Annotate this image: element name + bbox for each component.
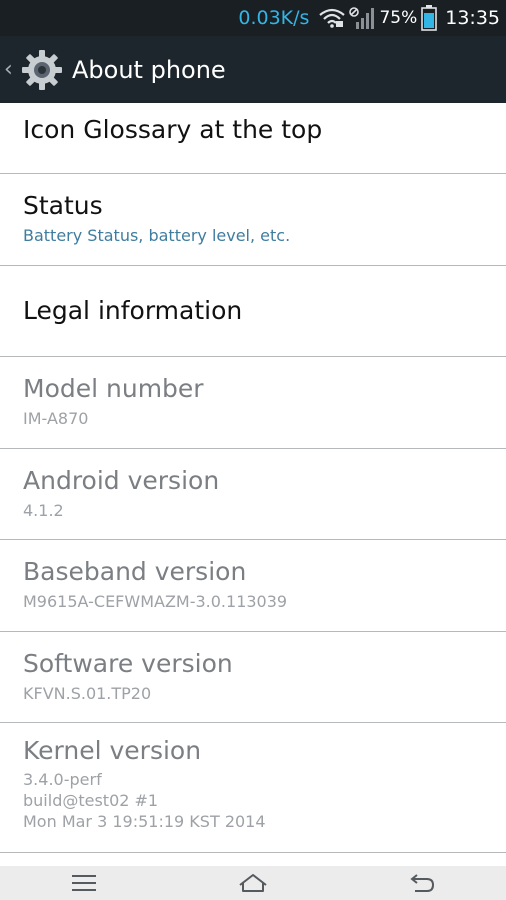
list-item-value: 4.1.2: [23, 501, 64, 520]
navigation-bar: [0, 866, 506, 900]
list-item-value: IM-A870: [23, 409, 89, 428]
list-item-title: Software version: [23, 649, 233, 678]
list-item-title: Legal information: [23, 296, 243, 325]
battery-percent: 75%: [379, 8, 418, 28]
signal-icon: [349, 6, 375, 30]
preference-list: Icon Glossary at the top Status Battery …: [0, 103, 506, 853]
chevron-left-icon[interactable]: ‹: [4, 57, 20, 82]
list-item-value: 3.4.0-perf: [23, 770, 102, 789]
status-bar: 0.03K/s 75% 13:35: [0, 0, 506, 36]
list-item-status[interactable]: Status Battery Status, battery level, et…: [0, 174, 506, 266]
list-item-model-number: Model number IM-A870: [0, 357, 506, 449]
action-bar: ‹ About phone: [0, 36, 506, 103]
list-item-summary: Battery Status, battery level, etc.: [23, 226, 291, 245]
back-icon[interactable]: [392, 873, 452, 893]
list-item-value: KFVN.S.01.TP20: [23, 684, 152, 703]
list-item-title: Status: [23, 191, 103, 220]
list-item-legal-information[interactable]: Legal information: [0, 266, 506, 357]
list-item-title: Kernel version: [23, 736, 202, 765]
menu-icon[interactable]: [54, 874, 114, 892]
list-item-title: Model number: [23, 374, 204, 403]
page-title: About phone: [72, 55, 226, 84]
wifi-icon: [319, 8, 346, 28]
list-item-value: Mon Mar 3 19:51:19 KST 2014: [23, 812, 266, 831]
clock: 13:35: [445, 7, 500, 29]
battery-icon: [421, 5, 438, 31]
list-item-value: M9615A-CEFWMAZM-3.0.113039: [23, 592, 288, 611]
list-item-software-version: Software version KFVN.S.01.TP20: [0, 632, 506, 723]
list-item-title: Android version: [23, 466, 220, 495]
gear-icon[interactable]: [20, 48, 64, 92]
list-item-title: Baseband version: [23, 557, 247, 586]
home-icon[interactable]: [223, 873, 283, 893]
list-item-title: Icon Glossary at the top: [23, 115, 323, 144]
list-item-kernel-version: Kernel version 3.4.0-perf build@test02 #…: [0, 723, 506, 853]
list-item-baseband-version: Baseband version M9615A-CEFWMAZM-3.0.113…: [0, 540, 506, 632]
list-item-android-version[interactable]: Android version 4.1.2: [0, 449, 506, 540]
list-item-icon-glossary[interactable]: Icon Glossary at the top: [0, 103, 506, 174]
list-item-value: build@test02 #1: [23, 791, 159, 810]
network-speed: 0.03K/s: [238, 7, 310, 29]
